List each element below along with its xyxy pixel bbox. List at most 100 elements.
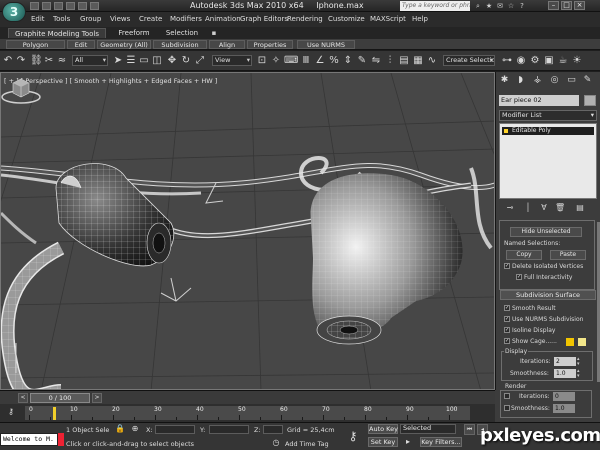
communication-center-icon[interactable]: ✉	[496, 2, 504, 10]
menu-graph-editors[interactable]: Graph Editors	[240, 15, 288, 23]
render-smoothness-checkbox[interactable]	[504, 405, 510, 411]
pin-stack-icon[interactable]: ⊸	[505, 202, 515, 214]
menu-modifiers[interactable]: Modifiers	[170, 15, 202, 23]
key-mode-icon[interactable]: ▸	[403, 437, 413, 447]
new-file-icon[interactable]	[30, 2, 39, 10]
modifier-stack[interactable]: Editable Poly	[499, 123, 597, 199]
keyboard-shortcut-icon[interactable]: ⌨	[284, 54, 298, 67]
render-setup-icon[interactable]: ⚙	[529, 54, 541, 67]
menu-customize[interactable]: Customize	[328, 15, 365, 23]
time-tag-icon[interactable]: ◷	[271, 438, 281, 448]
layer-manager-icon[interactable]: ▤	[398, 54, 410, 67]
edit-named-selection-icon[interactable]: ✎	[356, 54, 368, 67]
menu-tools[interactable]: Tools	[53, 15, 70, 23]
snaps-toggle-icon[interactable]: Ⅲ	[300, 54, 312, 67]
stack-item-editable-poly[interactable]: Editable Poly	[502, 127, 594, 135]
select-by-name-icon[interactable]: ☰	[125, 54, 137, 67]
help-icon[interactable]: ?	[518, 2, 526, 10]
named-selection-sets-dropdown[interactable]: Create Selection Se	[443, 55, 495, 66]
show-cage-checkbox[interactable]: ✓	[504, 338, 510, 344]
hide-unselected-button[interactable]: Hide Unselected	[510, 227, 582, 237]
unlink-icon[interactable]: ✂	[43, 54, 55, 67]
key-filters-button[interactable]: Key Filters...	[420, 437, 462, 447]
menu-help[interactable]: Help	[412, 15, 428, 23]
render-iterations-checkbox[interactable]	[504, 393, 510, 399]
utilities-tab-icon[interactable]: ✎	[582, 75, 593, 86]
menu-views[interactable]: Views	[110, 15, 130, 23]
maximize-button[interactable]: □	[561, 1, 572, 10]
bind-space-warp-icon[interactable]: ≈	[56, 54, 68, 67]
menu-group[interactable]: Group	[80, 15, 101, 23]
menu-create[interactable]: Create	[139, 15, 162, 23]
display-tab-icon[interactable]: ▭	[566, 75, 577, 86]
motion-tab-icon[interactable]: ◎	[549, 75, 560, 86]
schematic-view-icon[interactable]: ⊶	[501, 54, 513, 67]
full-interactivity-checkbox[interactable]: ✓	[516, 274, 522, 280]
render-iterations-spinner[interactable]: 0	[553, 392, 575, 401]
close-button[interactable]: ×	[574, 1, 585, 10]
rendered-frame-window-icon[interactable]: ▣	[543, 54, 555, 67]
cage-color-swatch[interactable]	[566, 338, 574, 346]
z-coordinate-field[interactable]	[263, 425, 283, 434]
maxscript-listener-indicator[interactable]	[58, 433, 64, 446]
create-tab-icon[interactable]: ✱	[499, 75, 510, 86]
make-unique-icon[interactable]: ∀	[539, 202, 549, 214]
window-crossing-icon[interactable]: ◫	[151, 54, 163, 67]
configure-modifier-sets-icon[interactable]: ▤	[575, 202, 585, 214]
delete-isolated-checkbox[interactable]: ✓	[504, 263, 510, 269]
open-file-icon[interactable]	[42, 2, 51, 10]
render-smoothness-spinner[interactable]: 1.0	[553, 404, 575, 413]
go-to-start-button[interactable]: ⏮	[464, 424, 475, 435]
selection-filter-dropdown[interactable]: All	[72, 55, 108, 66]
favorites-icon[interactable]: ☆	[507, 2, 515, 10]
mirror-icon[interactable]: ⇋	[370, 54, 382, 67]
redo-icon[interactable]: ↷	[15, 54, 27, 67]
selection-region-icon[interactable]: ▭	[138, 54, 150, 67]
modifier-list-dropdown[interactable]: Modifier List	[499, 110, 597, 121]
set-key-icon[interactable]: ⚷	[348, 430, 358, 442]
selection-set-dropdown[interactable]: Selected	[400, 424, 456, 434]
pivot-center-icon[interactable]: ⊡	[256, 54, 268, 67]
hierarchy-tab-icon[interactable]: ⚶	[532, 75, 543, 86]
subdivision-surface-rollout[interactable]: Subdivision Surface	[500, 290, 596, 300]
undo-icon[interactable]: ↶	[2, 54, 14, 67]
object-color-swatch[interactable]	[584, 95, 596, 106]
material-editor-icon[interactable]: ◉	[515, 54, 527, 67]
menu-maxscript[interactable]: MAXScript	[370, 15, 406, 23]
search-input[interactable]: Type a keyword or phrase	[400, 1, 470, 11]
select-and-scale-icon[interactable]: ⤢	[194, 54, 206, 67]
tab-selection[interactable]: Selection	[160, 28, 204, 38]
undo-icon[interactable]	[66, 2, 75, 10]
tab-freeform[interactable]: Freeform	[112, 28, 156, 38]
viewcube[interactable]	[1, 73, 41, 105]
menu-animation[interactable]: Animation	[205, 15, 241, 23]
show-end-result-icon[interactable]: │	[523, 202, 533, 214]
panel-subdivision[interactable]: Subdivision	[153, 40, 207, 49]
quick-render-icon[interactable]: ☕	[557, 54, 569, 67]
display-smoothness-spinner[interactable]: 1.0	[554, 369, 576, 378]
track-ruler[interactable]: 0 10 20 30 40 50 60 70 80 90 100	[25, 406, 470, 420]
set-key-button[interactable]: Set Key	[368, 437, 398, 447]
paste-button[interactable]: Paste	[550, 250, 586, 260]
panel-use-nurms[interactable]: Use NURMS	[297, 40, 355, 49]
display-smoothness-arrows[interactable]: ▴ ▾	[577, 369, 581, 379]
absolute-mode-icon[interactable]: ⊕	[130, 424, 140, 434]
cage-selection-color-swatch[interactable]	[578, 338, 586, 346]
graphite-toggle-icon[interactable]: ▦	[412, 54, 424, 67]
ribbon-options-icon[interactable]: ▪	[210, 29, 218, 37]
curve-editor-icon[interactable]: ∿	[426, 54, 438, 67]
panel-polygon-modeling[interactable]: Polygon Modeling	[6, 40, 65, 58]
isoline-display-checkbox[interactable]: ✓	[504, 327, 510, 333]
menu-rendering[interactable]: Rendering	[287, 15, 323, 23]
minimize-button[interactable]: –	[548, 1, 559, 10]
use-nurms-checkbox[interactable]: ✓	[504, 316, 510, 322]
select-object-icon[interactable]: ➤	[112, 54, 124, 67]
subscription-icon[interactable]: ★	[485, 2, 493, 10]
add-time-tag[interactable]: Add Time Tag	[285, 440, 329, 448]
remove-modifier-icon[interactable]: 🗑	[555, 202, 565, 214]
panel-edit[interactable]: Edit	[67, 40, 95, 49]
search-icon[interactable]: ⌕	[474, 2, 482, 10]
perspective-viewport[interactable]: [ + ] [ Perspective ] [ Smooth + Highlig…	[0, 72, 495, 390]
time-slider-prev[interactable]: <	[18, 393, 28, 403]
y-coordinate-field[interactable]	[209, 425, 249, 434]
